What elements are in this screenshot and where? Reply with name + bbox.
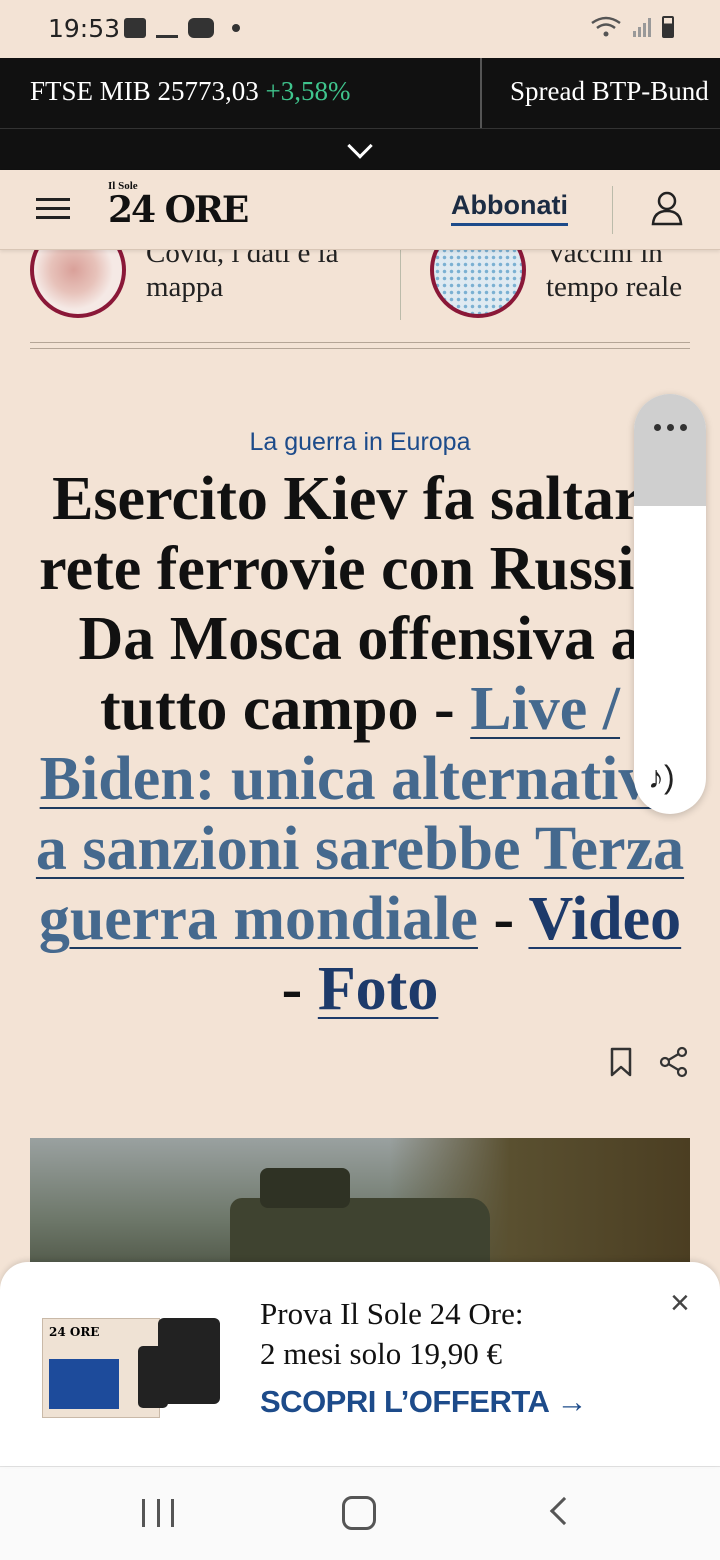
battery-icon <box>662 16 674 38</box>
ticker-change: +3,58% <box>265 76 351 106</box>
ticker-label: Spread BTP-Bund <box>510 76 709 106</box>
signal-icon <box>633 18 651 37</box>
ticker-item-ftse[interactable]: FTSE MIB 25773,03 +3,58% <box>30 76 351 107</box>
subscription-promo: 24 ORE Prova Il Sole 24 Ore: 2 mesi solo… <box>0 1262 720 1466</box>
phone-image <box>138 1346 168 1408</box>
system-icons <box>590 16 674 38</box>
article-headline[interactable]: Esercito Kiev fa saltare rete ferrovie c… <box>28 464 692 1024</box>
article-kicker[interactable]: La guerra in Europa <box>0 428 720 457</box>
ticker-item-spread[interactable]: Spread BTP-Bund <box>510 76 709 107</box>
user-icon[interactable] <box>650 190 684 226</box>
ticker-label: FTSE MIB <box>30 76 151 106</box>
paper-logo: 24 ORE <box>49 1325 100 1339</box>
hero-turret <box>260 1168 350 1208</box>
photo-link[interactable]: Foto <box>318 955 439 1023</box>
promo-title-line1: Prova Il Sole 24 Ore: <box>260 1296 524 1331</box>
discover-offer-link[interactable]: SCOPRI L’OFFERTA → <box>260 1384 587 1420</box>
site-logo[interactable]: Il Sole 24 ORE <box>108 180 249 231</box>
more-options-button[interactable] <box>634 394 706 506</box>
article-hero-image[interactable] <box>30 1138 690 1278</box>
menu-icon[interactable] <box>36 198 70 220</box>
status-time: 19:53 <box>48 14 121 43</box>
headline-container: Esercito Kiev fa saltare rete ferrovie c… <box>0 464 720 1044</box>
promo-title: Prova Il Sole 24 Ore: 2 mesi solo 19,90 … <box>260 1294 523 1374</box>
specials-divider <box>400 250 401 320</box>
eu-flag-image <box>49 1359 119 1409</box>
home-button[interactable] <box>342 1496 376 1530</box>
headline-separator: - <box>418 675 471 743</box>
site-header: Il Sole 24 ORE Abbonati <box>0 170 720 250</box>
ticker-divider <box>480 58 482 128</box>
bookmark-icon[interactable] <box>608 1046 634 1078</box>
dot-icon <box>232 24 240 32</box>
status-bar: 19:53 <box>0 0 720 58</box>
market-ticker[interactable]: FTSE MIB 25773,03 +3,58% Spread BTP-Bund <box>0 58 720 128</box>
video-link[interactable]: Video <box>528 885 681 953</box>
notification-icons <box>124 18 240 38</box>
image-icon <box>124 18 146 38</box>
promo-devices-image: 24 ORE <box>26 1312 226 1422</box>
share-icon[interactable] <box>658 1046 690 1078</box>
promo-title-line2: 2 mesi solo 19,90 € <box>260 1336 502 1371</box>
chevron-down-icon <box>347 132 373 159</box>
ticker-expand-button[interactable] <box>0 128 720 170</box>
logo-big-text: 24 ORE <box>108 189 249 231</box>
weather-icon <box>156 18 178 38</box>
headline-separator: - <box>281 955 318 1023</box>
special-label-line2: mappa <box>146 271 224 303</box>
wifi-icon <box>591 16 621 37</box>
header-divider <box>612 186 613 234</box>
ticker-value: 25773,03 <box>157 76 259 106</box>
subscribe-link[interactable]: Abbonati <box>451 190 568 226</box>
recents-button[interactable] <box>142 1499 174 1527</box>
headline-separator: - <box>477 885 529 953</box>
special-label-line2: tempo reale <box>546 271 683 303</box>
youtube-icon <box>188 18 214 38</box>
system-nav-bar <box>0 1466 720 1560</box>
close-icon[interactable]: × <box>670 1286 690 1320</box>
section-rule <box>30 342 690 349</box>
audio-player-widget[interactable]: ♪) <box>634 394 706 814</box>
audio-icon[interactable]: ♪) <box>648 759 675 796</box>
back-button[interactable] <box>549 1496 579 1526</box>
